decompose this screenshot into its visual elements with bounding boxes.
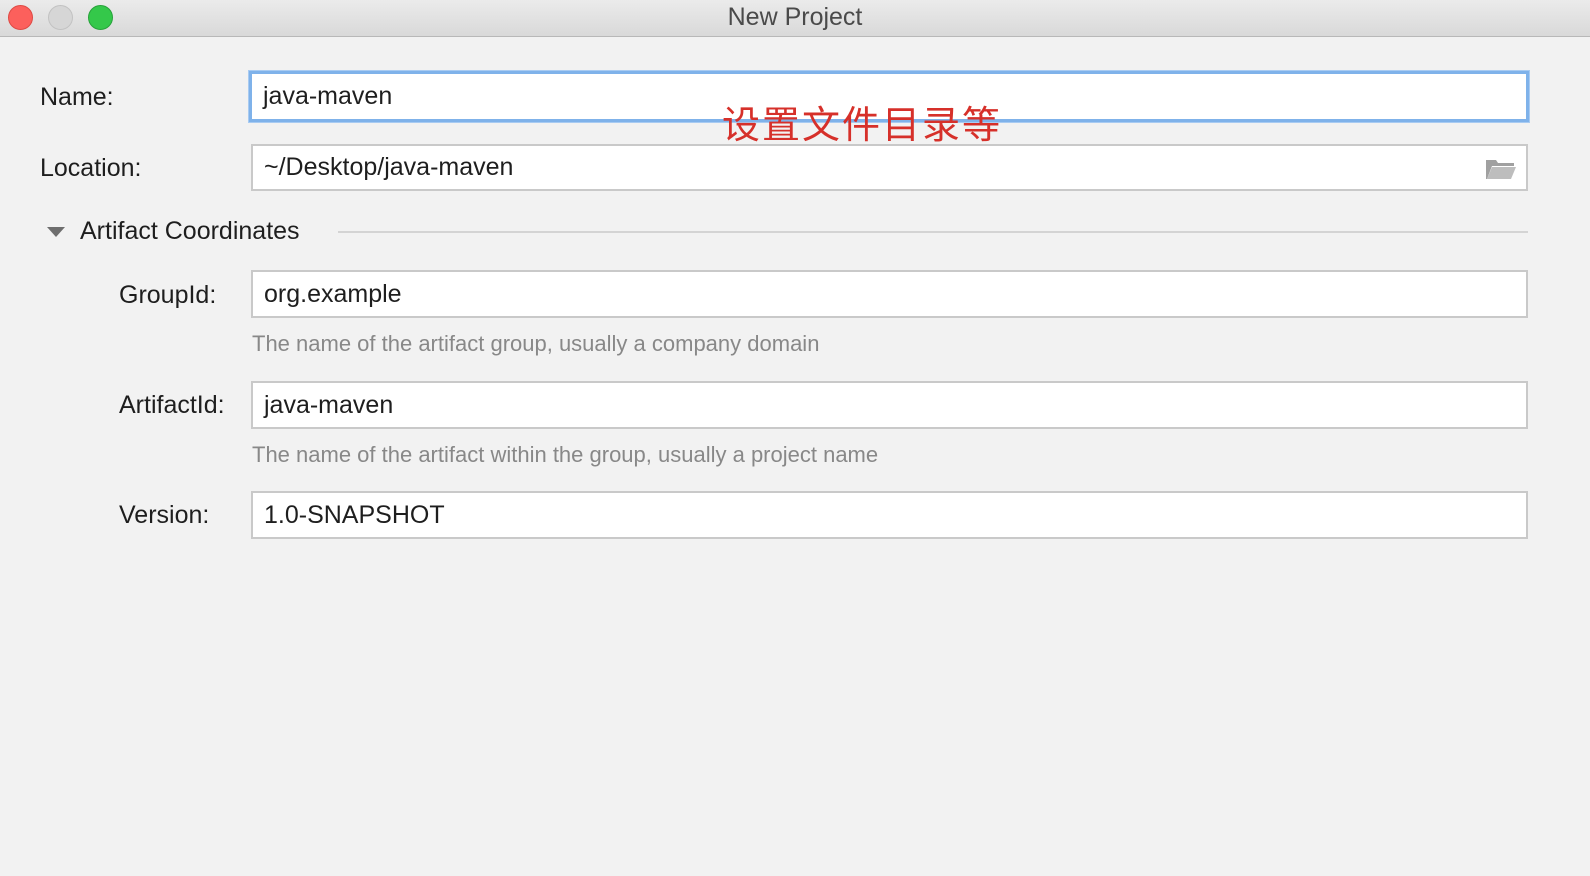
location-input-value: ~/Desktop/java-maven [264,153,514,181]
artifactid-label: ArtifactId: [119,391,225,419]
section-divider [338,231,1528,233]
version-input[interactable]: 1.0-SNAPSHOT [251,491,1528,539]
triangle-down-icon[interactable] [46,226,66,238]
version-input-value: 1.0-SNAPSHOT [264,500,445,529]
name-label: Name: [40,83,114,111]
annotation-text: 设置文件目录等 [722,103,1003,147]
location-input[interactable]: ~/Desktop/java-maven [251,144,1528,191]
section-title[interactable]: Artifact Coordinates [80,217,300,246]
name-input-value: java-maven [263,82,393,110]
artifactid-input-value: java-maven [264,390,394,419]
groupid-input-value: org.example [264,279,402,308]
artifactid-hint: The name of the artifact within the grou… [252,442,879,467]
version-label: Version: [119,501,210,529]
groupid-label: GroupId: [119,281,217,309]
title-bar: New Project [0,0,1590,37]
artifactid-input[interactable]: java-maven [251,381,1528,429]
groupid-hint: The name of the artifact group, usually … [252,331,820,356]
window-title: New Project [727,3,863,31]
new-project-window: New Project Name: java-maven 设置文件目录等 Loc… [0,0,1590,876]
groupid-input[interactable]: org.example [251,270,1528,318]
folder-icon[interactable] [1485,157,1517,181]
location-label: Location: [40,154,142,182]
